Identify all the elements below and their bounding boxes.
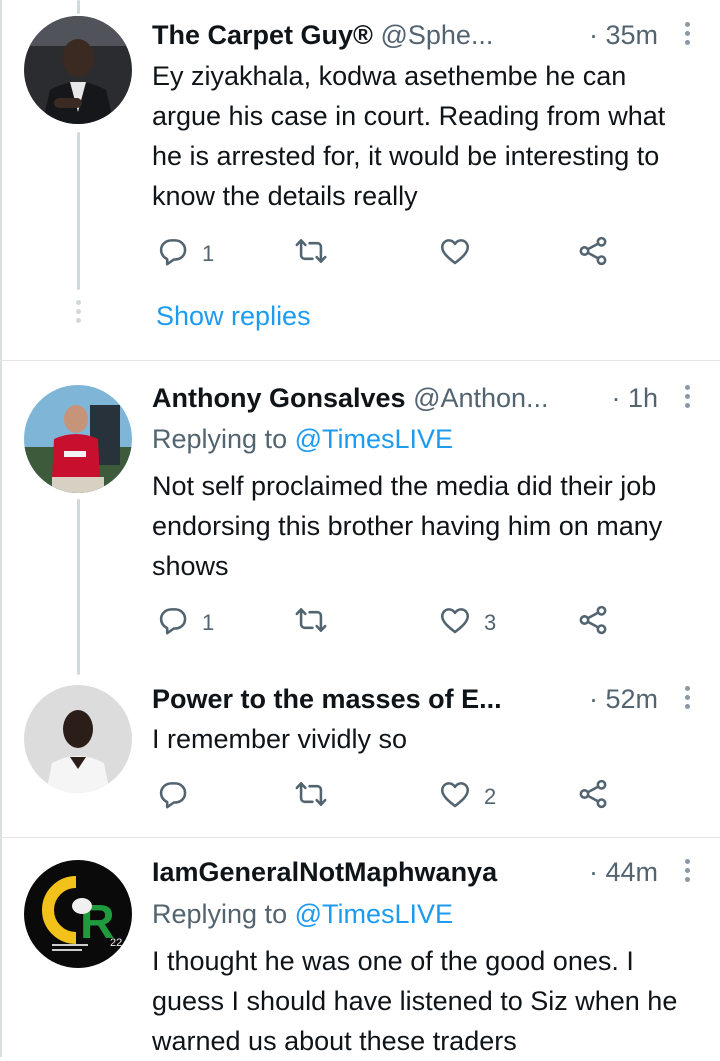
heart-icon: [438, 234, 472, 274]
retweet-icon: [294, 234, 328, 274]
tweet-4[interactable]: R 22 IamGeneralNotMaphwanya · 44m Replyi…: [0, 838, 720, 1057]
tweet-header: Anthony Gonsalves @Anthon... · 1h: [152, 378, 694, 418]
more-options-icon[interactable]: [680, 683, 694, 715]
user-handle[interactable]: @Sphe...: [380, 20, 493, 50]
share-button[interactable]: [576, 603, 610, 643]
tweet-text: I remember vividly so: [152, 724, 408, 754]
reply-button[interactable]: 1: [156, 234, 214, 274]
tweet-text: I thought he was one of the good ones. I…: [152, 946, 678, 1056]
show-replies-link[interactable]: Show replies: [156, 296, 311, 336]
avatar[interactable]: [24, 685, 132, 793]
more-options-icon[interactable]: [680, 19, 694, 51]
tweet-2[interactable]: Anthony Gonsalves @Anthon... · 1h Replyi…: [0, 361, 720, 837]
retweet-button[interactable]: [294, 234, 328, 274]
display-name[interactable]: IamGeneralNotMaphwanya: [152, 857, 497, 887]
avatar[interactable]: R 22: [24, 860, 132, 968]
reply-icon: [156, 234, 190, 274]
like-button[interactable]: [438, 234, 472, 274]
tweet-header: The Carpet Guy® @Sphe... · 35m: [152, 15, 694, 55]
timestamp[interactable]: · 1h: [611, 378, 658, 418]
reply-icon: [156, 603, 190, 643]
avatar-logo-number: 22: [110, 937, 122, 949]
retweet-button[interactable]: [294, 777, 328, 817]
reply-button[interactable]: 1: [156, 603, 214, 643]
tweet-actions: 2: [152, 777, 632, 817]
reply-count: 1: [202, 241, 215, 266]
replying-to: Replying to @TimesLIVE: [152, 419, 453, 459]
display-name[interactable]: Power to the masses of E...: [152, 684, 502, 714]
like-button[interactable]: 2: [438, 777, 496, 817]
retweet-icon: [294, 777, 328, 817]
reply-icon: [156, 777, 190, 817]
tweet-1[interactable]: The Carpet Guy® @Sphe... · 35m Ey ziyakh…: [0, 0, 720, 360]
share-icon: [576, 777, 610, 817]
reply-count: 1: [202, 610, 215, 635]
retweet-icon: [294, 603, 328, 643]
like-button[interactable]: 3: [438, 603, 496, 643]
tweet-text: Ey ziyakhala, kodwa asethembe he can arg…: [152, 61, 666, 211]
avatar[interactable]: [24, 16, 132, 124]
user-handle[interactable]: @Anthon...: [413, 383, 549, 413]
avatar[interactable]: [24, 385, 132, 493]
thread-line: [77, 132, 80, 290]
replying-to: Replying to @TimesLIVE: [152, 894, 453, 934]
thread-line: [77, 0, 80, 14]
share-icon: [576, 234, 610, 274]
thread-gap-dots: [75, 300, 82, 327]
like-count: 3: [484, 610, 497, 635]
tweet-header: IamGeneralNotMaphwanya · 44m: [152, 852, 694, 892]
replying-to-handle[interactable]: @TimesLIVE: [295, 899, 453, 929]
timestamp[interactable]: · 44m: [589, 852, 658, 892]
display-name[interactable]: The Carpet Guy®: [152, 20, 373, 50]
more-options-icon[interactable]: [680, 856, 694, 888]
reply-button[interactable]: [156, 777, 190, 817]
replying-to-handle[interactable]: @TimesLIVE: [295, 424, 453, 454]
heart-icon: [438, 603, 472, 643]
retweet-button[interactable]: [294, 603, 328, 643]
timestamp[interactable]: · 52m: [589, 679, 658, 719]
replying-to-label: Replying to: [152, 899, 288, 929]
heart-icon: [438, 777, 472, 817]
tweet-actions: 1 3: [152, 603, 632, 643]
thread-line: [77, 499, 80, 675]
tweet-actions: 1: [152, 234, 632, 274]
replying-to-label: Replying to: [152, 424, 288, 454]
more-options-icon[interactable]: [680, 382, 694, 414]
like-count: 2: [484, 784, 497, 809]
timestamp[interactable]: · 35m: [589, 15, 658, 55]
tweet-header: Power to the masses of E... · 52m: [152, 679, 694, 719]
display-name[interactable]: Anthony Gonsalves: [152, 383, 406, 413]
share-button[interactable]: [576, 777, 610, 817]
share-button[interactable]: [576, 234, 610, 274]
share-icon: [576, 603, 610, 643]
tweet-text: Not self proclaimed the media did their …: [152, 471, 663, 581]
